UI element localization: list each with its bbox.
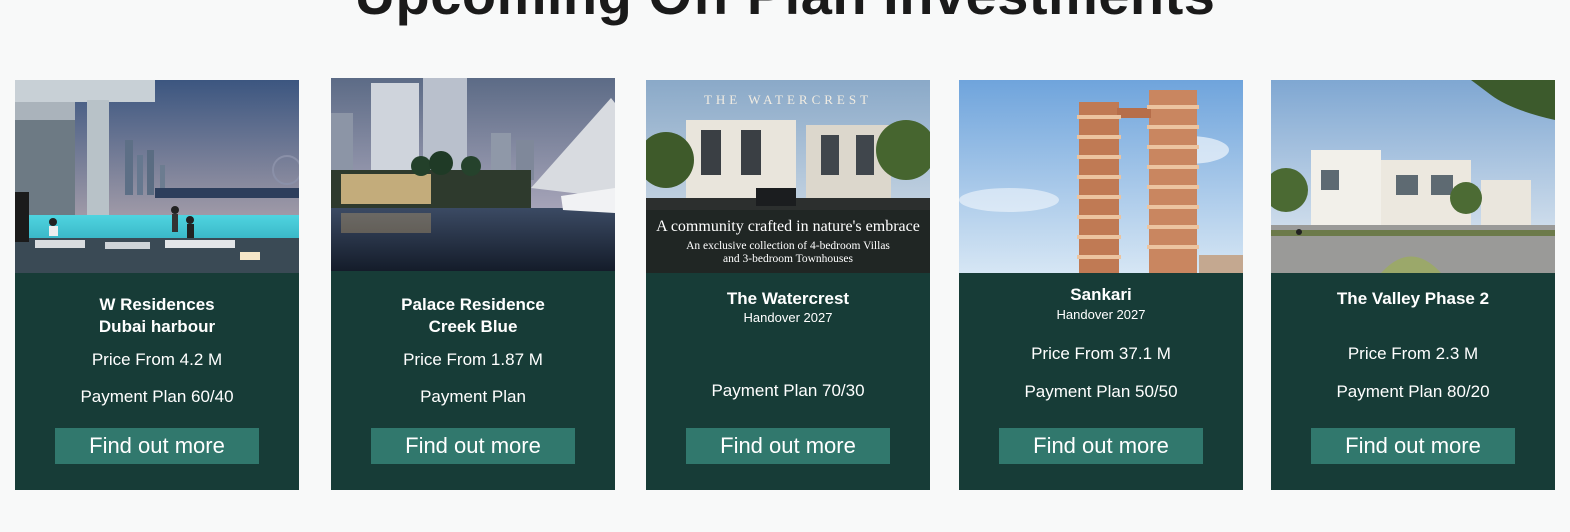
property-card-the-watercrest: THE WATERCREST A community crafted in na… xyxy=(646,80,930,490)
find-out-more-button[interactable]: Find out more xyxy=(55,428,259,464)
property-title: Sankari xyxy=(1070,285,1132,304)
property-card-palace-residence: Palace Residence Creek Blue Price From 1.… xyxy=(331,78,615,490)
property-card-sankari: Sankari Handover 2027 Price From 37.1 M … xyxy=(959,80,1243,490)
watercrest-tagline: A community crafted in nature's embrace xyxy=(656,218,920,235)
property-title: The Valley Phase 2 xyxy=(1336,289,1490,308)
property-title: Palace Residence Creek Blue xyxy=(401,295,545,336)
property-title: W Residences Dubai harbour xyxy=(98,295,216,336)
property-image[interactable] xyxy=(959,80,1243,273)
property-image[interactable] xyxy=(331,78,615,271)
property-image[interactable] xyxy=(15,80,299,273)
find-out-more-button[interactable]: Find out more xyxy=(371,428,575,464)
watercrest-description: An exclusive collection of 4-bedroom Vil… xyxy=(686,240,890,265)
property-payment-plan: Payment Plan 60/40 xyxy=(80,387,234,406)
property-payment-plan: Payment Plan xyxy=(420,387,526,406)
watercrest-brand-text: THE WATERCREST xyxy=(703,92,873,107)
property-image[interactable] xyxy=(1271,80,1555,273)
find-out-more-button[interactable]: Find out more xyxy=(999,428,1203,464)
property-price: Price From 4.2 M xyxy=(91,350,223,369)
property-handover: Handover 2027 xyxy=(1056,307,1146,322)
property-card-w-residences: W Residences Dubai harbour Price From 4.2… xyxy=(15,80,299,490)
find-out-more-button[interactable]: Find out more xyxy=(1311,428,1515,464)
property-price: Price From 1.87 M xyxy=(403,350,543,369)
property-image[interactable]: THE WATERCREST A community crafted in na… xyxy=(646,80,930,273)
property-price: Price From 37.1 M xyxy=(1031,344,1171,363)
property-handover: Handover 2027 xyxy=(743,310,833,325)
section-title: Upcoming Off Plan Investments xyxy=(0,0,1570,27)
property-payment-plan: Payment Plan 70/30 xyxy=(711,381,865,400)
property-price: Price From 2.3 M xyxy=(1347,344,1479,363)
property-title: The Watercrest xyxy=(726,289,850,308)
property-card-the-valley-phase-2: The Valley Phase 2 Price From 2.3 M Paym… xyxy=(1271,80,1555,490)
property-payment-plan: Payment Plan 50/50 xyxy=(1024,382,1178,401)
property-payment-plan: Payment Plan 80/20 xyxy=(1336,382,1490,401)
find-out-more-button[interactable]: Find out more xyxy=(686,428,890,464)
